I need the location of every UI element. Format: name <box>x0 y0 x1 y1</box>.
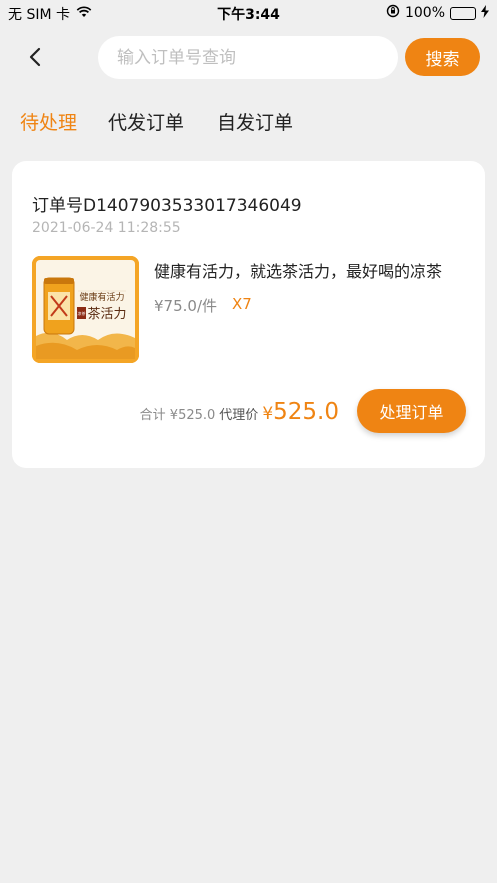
status-right: 100% <box>386 4 489 22</box>
agent-price-symbol: ¥ <box>262 404 274 424</box>
brand-seal-text: 凉茶 <box>78 310 86 316</box>
process-order-button[interactable]: 处理订单 <box>357 389 466 433</box>
status-bar: 无 SIM 卡 下午3:44 100% <box>0 0 497 26</box>
order-number: 订单号D1407903533017346049 <box>32 196 302 216</box>
tab-proxy-orders[interactable]: 代发订单 <box>108 108 184 135</box>
tab-self-orders[interactable]: 自发订单 <box>217 108 293 135</box>
back-button[interactable] <box>20 42 50 72</box>
battery-icon <box>450 6 476 20</box>
agent-price-value: 525.0 <box>273 399 339 425</box>
charging-icon <box>481 4 489 22</box>
total-label: 合计 ¥525.0 <box>139 408 216 423</box>
order-tabs: 待处理 代发订单 自发订单 <box>0 100 497 144</box>
order-summary: 合计 ¥525.0 代理价 ¥525.0 <box>140 399 339 425</box>
chevron-left-icon <box>29 47 41 67</box>
orientation-lock-icon <box>386 4 400 22</box>
product-image: 健康有活力 凉茶 茶活力 <box>32 256 139 363</box>
header: 搜索 <box>0 26 497 90</box>
product-name: 健康有活力，就选茶活力，最好喝的凉茶 <box>154 262 443 281</box>
product-unit-price: ¥75.0/件 <box>154 297 217 315</box>
order-card[interactable]: 订单号D1407903533017346049 2021-06-24 11:28… <box>12 161 485 468</box>
search-button[interactable]: 搜索 <box>405 38 480 76</box>
order-time: 2021-06-24 11:28:55 <box>32 220 181 236</box>
agent-price: ¥525.0 <box>262 399 339 425</box>
search-input[interactable] <box>98 36 398 79</box>
brand-text-main: 茶活力 <box>87 306 126 322</box>
product-quantity: X7 <box>232 295 252 313</box>
brand-text-top: 健康有活力 <box>79 291 124 303</box>
battery-percent: 100% <box>404 5 445 21</box>
tab-pending[interactable]: 待处理 <box>20 108 77 135</box>
agent-price-label: 代理价 <box>219 408 259 423</box>
